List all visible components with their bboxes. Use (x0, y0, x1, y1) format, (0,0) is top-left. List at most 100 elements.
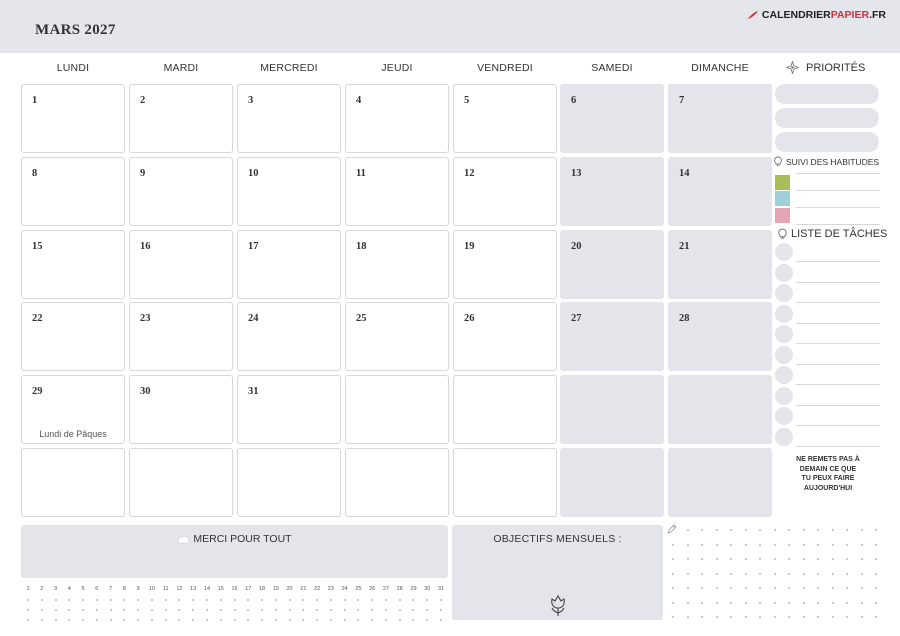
motivational-quote: NE REMETS PAS À DEMAIN CE QUE TU PEUX FA… (776, 455, 880, 493)
task-checkbox[interactable] (775, 325, 793, 343)
day-cell[interactable]: 7 (668, 84, 772, 153)
day-cell[interactable] (21, 448, 125, 517)
brand-prefix: CALENDRIER (761, 9, 831, 21)
day-cell[interactable]: 17 (237, 230, 341, 299)
gratitude-header: MERCI POUR TOUT (21, 533, 448, 545)
compass-icon (786, 61, 799, 74)
dot-grid-notes[interactable] (670, 526, 882, 626)
weekday-label: VENDREDI (477, 62, 533, 74)
weekday-label: MERCREDI (260, 62, 318, 74)
task-line[interactable] (796, 281, 880, 283)
day-cell[interactable]: 18 (345, 230, 449, 299)
day-cell[interactable]: 29 Lundi de Pâques (21, 375, 125, 444)
gratitude-day-number: 15 (217, 586, 224, 592)
day-number: 31 (248, 386, 259, 397)
day-number: 2 (140, 95, 146, 106)
day-cell[interactable]: 24 (237, 302, 341, 371)
task-line[interactable] (796, 343, 880, 344)
day-cell[interactable]: 27 (560, 302, 664, 371)
task-line[interactable] (796, 445, 880, 447)
task-checkbox[interactable] (775, 366, 793, 384)
task-checkbox[interactable] (775, 263, 793, 282)
habit-line (796, 190, 880, 191)
day-cell[interactable]: 14 (668, 157, 772, 226)
day-number: 28 (679, 313, 690, 324)
gratitude-day-number: 1 (26, 586, 30, 592)
day-cell[interactable]: 20 (560, 230, 664, 299)
task-checkbox[interactable] (775, 427, 793, 446)
day-number: 9 (140, 168, 146, 179)
habit-swatch[interactable] (775, 175, 790, 190)
day-cell[interactable]: 10 (237, 157, 341, 226)
day-cell[interactable]: 9 (129, 157, 233, 226)
task-checkbox[interactable] (775, 407, 793, 425)
day-cell[interactable]: 5 (453, 84, 557, 153)
day-cell[interactable] (129, 448, 233, 517)
day-cell[interactable]: 26 (453, 302, 557, 371)
task-line[interactable] (796, 384, 880, 385)
habit-swatch[interactable] (775, 191, 790, 206)
day-number: 10 (248, 168, 259, 179)
day-cell[interactable]: 30 (129, 375, 233, 444)
day-cell[interactable]: 22 (21, 302, 125, 371)
day-cell[interactable] (453, 375, 557, 444)
day-cell[interactable]: 21 (668, 230, 772, 299)
priority-field[interactable] (775, 84, 879, 104)
gratitude-day-number: 24 (341, 586, 348, 592)
task-line[interactable] (796, 404, 880, 406)
habit-line (796, 207, 880, 208)
task-line[interactable] (796, 261, 880, 262)
day-cell[interactable]: 15 (21, 230, 125, 299)
weekday-label: SAMEDI (591, 62, 633, 74)
gratitude-day-number: 21 (300, 586, 307, 592)
day-cell[interactable]: 3 (237, 84, 341, 153)
gratitude-dot-row (22, 619, 448, 623)
day-cell[interactable] (345, 375, 449, 444)
habit-swatch[interactable] (775, 208, 790, 223)
day-cell[interactable] (560, 448, 664, 517)
gratitude-day-number: 25 (355, 586, 362, 592)
task-line[interactable] (796, 425, 880, 426)
day-cell[interactable]: 28 (668, 302, 772, 371)
day-cell[interactable]: 8 (21, 157, 125, 226)
day-cell[interactable]: 4 (345, 84, 449, 153)
gratitude-day-number: 28 (396, 586, 403, 592)
day-cell[interactable] (560, 375, 664, 444)
cloud-icon (178, 536, 190, 544)
day-cell[interactable]: 31 (237, 375, 341, 444)
day-cell[interactable] (668, 375, 772, 444)
day-cell[interactable]: 19 (453, 230, 557, 299)
task-checkbox[interactable] (775, 284, 793, 302)
task-line[interactable] (796, 363, 880, 365)
task-line[interactable] (796, 322, 880, 324)
brand-logo[interactable]: CALENDRIER PAPIER .FR (746, 9, 886, 21)
task-checkbox[interactable] (775, 304, 793, 323)
priority-field[interactable] (775, 108, 879, 128)
day-cell[interactable]: 2 (129, 84, 233, 153)
day-cell[interactable]: 23 (129, 302, 233, 371)
day-cell[interactable]: 25 (345, 302, 449, 371)
gratitude-day-number: 7 (109, 586, 113, 592)
gratitude-label: MERCI POUR TOUT (193, 533, 292, 545)
day-cell[interactable] (668, 448, 772, 517)
task-line[interactable] (796, 302, 880, 303)
day-cell[interactable]: 13 (560, 157, 664, 226)
day-cell[interactable]: 11 (345, 157, 449, 226)
lightbulb-icon (774, 156, 782, 166)
day-cell[interactable] (453, 448, 557, 517)
task-checkbox[interactable] (775, 243, 793, 261)
day-cell[interactable]: 16 (129, 230, 233, 299)
day-cell[interactable] (237, 448, 341, 517)
day-cell[interactable]: 12 (453, 157, 557, 226)
day-cell[interactable]: 1 (21, 84, 125, 153)
lightbulb-icon (778, 228, 787, 239)
day-cell[interactable]: 6 (560, 84, 664, 153)
task-checkbox[interactable] (775, 345, 793, 364)
day-number: 26 (464, 313, 475, 324)
priority-field[interactable] (775, 132, 879, 152)
gratitude-box[interactable]: MERCI POUR TOUT (21, 525, 448, 578)
task-checkbox[interactable] (775, 386, 793, 405)
day-cell[interactable] (345, 448, 449, 517)
day-number: 25 (356, 313, 367, 324)
monthly-goals-box[interactable]: OBJECTIFS MENSUELS : (452, 525, 663, 620)
